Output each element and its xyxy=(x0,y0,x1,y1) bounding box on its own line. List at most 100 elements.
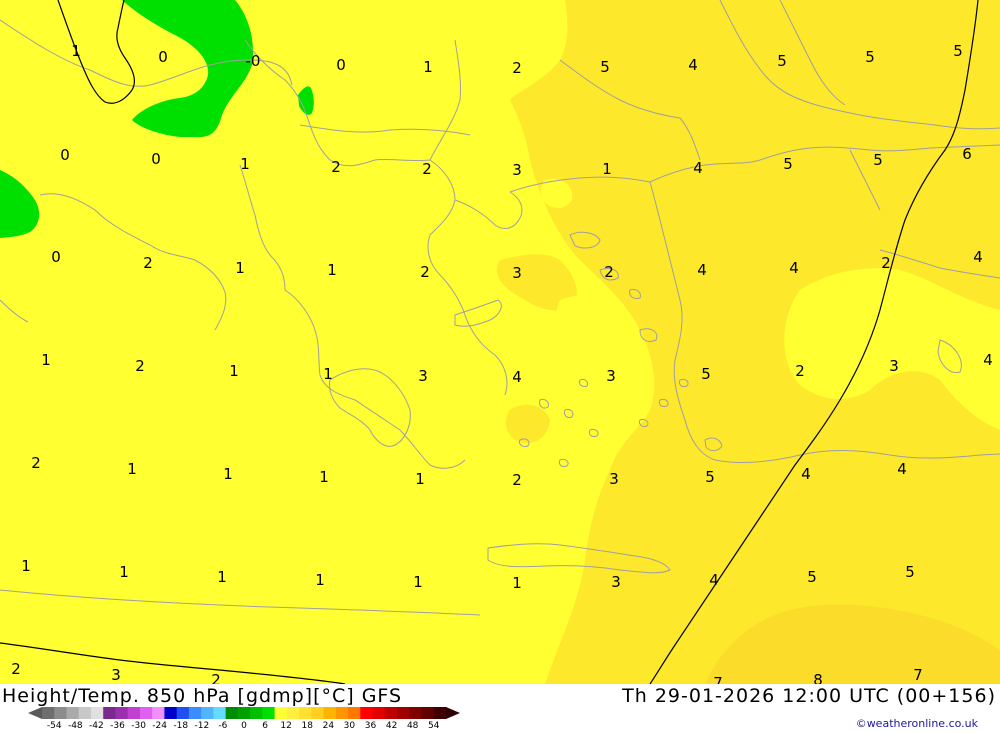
colorbar-swatch xyxy=(323,707,337,719)
colorbar-swatch xyxy=(274,707,288,719)
colorbar-tick-label: -6 xyxy=(218,721,228,731)
value-label: 7 xyxy=(713,674,723,684)
colorbar-swatch xyxy=(103,707,116,719)
colorbar-swatch xyxy=(384,707,398,719)
value-label: 5 xyxy=(865,48,875,66)
map-footer: Height/Temp. 850 hPa [gdmp][°C] GFS Th 2… xyxy=(0,684,1000,733)
colorbar-swatch xyxy=(409,707,423,719)
weather-map: 1 0 -0 0 1 2 5 4 5 5 5 0 0 1 2 2 3 1 4 5 5 6 0 2 1 1 2 3 2 4 4 2 4 1 2 1 1 3 4… xyxy=(0,0,1000,692)
colorbar-tick-label: -54 xyxy=(46,721,62,731)
value-label: 0 xyxy=(158,48,168,66)
value-label: 5 xyxy=(953,42,963,60)
colorbar-tick-label: -42 xyxy=(89,721,104,731)
colorbar-tick-label: 48 xyxy=(406,721,419,731)
value-label: 3 xyxy=(111,666,121,684)
colorbar-swatch xyxy=(164,707,178,719)
value-label: 1 xyxy=(423,58,433,76)
colorbar-swatch xyxy=(250,707,263,719)
value-label: 2 xyxy=(135,357,145,375)
colorbar-swatch xyxy=(421,707,435,719)
value-label: 1 xyxy=(323,365,333,383)
colorbar-swatch xyxy=(201,707,214,719)
value-label: 1 xyxy=(415,470,425,488)
value-label: 5 xyxy=(873,151,883,169)
value-label: 1 xyxy=(602,160,612,178)
value-label: 1 xyxy=(41,351,51,369)
value-label: 2 xyxy=(420,263,430,281)
colorbar-swatch xyxy=(335,707,349,719)
value-label: 4 xyxy=(801,465,811,483)
value-label: 2 xyxy=(331,158,341,176)
value-label: 0 xyxy=(60,146,70,164)
value-label: 4 xyxy=(693,159,703,177)
value-label: 5 xyxy=(705,468,715,486)
colorbar-ticks: -54 -48 -42 -36 -30 -24 -18 -12 -6 0 6 12 18 24 30 36 42… xyxy=(28,721,460,733)
colorbar xyxy=(28,707,460,719)
colorbar-swatch xyxy=(115,707,129,719)
value-label: 5 xyxy=(783,155,793,173)
valid-time: Th 29-01-2026 12:00 UTC (00+156) xyxy=(622,685,996,707)
value-label: 5 xyxy=(777,52,787,70)
colorbar-swatch xyxy=(262,707,276,719)
value-label: 5 xyxy=(701,365,711,383)
value-label: 4 xyxy=(512,368,522,386)
colorbar-swatch xyxy=(127,707,141,719)
value-label: 4 xyxy=(897,460,907,478)
colorbar-swatch xyxy=(299,707,312,719)
value-label: 1 xyxy=(119,563,129,581)
value-label: 1 xyxy=(235,259,245,277)
credit-link[interactable]: ©weatheronline.co.uk xyxy=(856,717,978,730)
colorbar-swatch xyxy=(176,707,190,719)
value-label: 2 xyxy=(795,362,805,380)
value-label: -0 xyxy=(246,52,261,70)
value-label: 4 xyxy=(697,261,707,279)
colorbar-swatch xyxy=(54,707,67,719)
value-label: 8 xyxy=(813,671,823,684)
colorbar-tick-label: -36 xyxy=(110,721,125,731)
colorbar-tick-label: 36 xyxy=(364,721,377,731)
map-canvas: 1 0 -0 0 1 2 5 4 5 5 5 0 0 1 2 2 3 1 4 5 5 6 0 2 1 1 2 3 2 4 4 2 4 1 2 1 1 3 4… xyxy=(0,0,1000,692)
colorbar-swatch xyxy=(237,707,251,719)
colorbar-tick-label: 12 xyxy=(280,721,292,731)
value-label: 1 xyxy=(71,42,81,60)
value-label: 1 xyxy=(217,568,227,586)
value-label: 2 xyxy=(881,254,891,272)
value-label: 4 xyxy=(688,56,698,74)
colorbar-swatch xyxy=(90,707,104,719)
value-label: 5 xyxy=(600,58,610,76)
value-label: 2 xyxy=(512,59,522,77)
colorbar-swatch xyxy=(225,707,239,719)
value-label: 1 xyxy=(512,574,522,592)
colorbar-swatch xyxy=(213,707,227,719)
colorbar-swatch xyxy=(66,707,80,719)
value-label: 7 xyxy=(913,666,923,684)
colorbar-tick-label: 0 xyxy=(241,721,247,731)
value-label: 1 xyxy=(315,571,325,589)
value-label: 1 xyxy=(223,465,233,483)
colorbar-tick-label: -18 xyxy=(173,721,189,731)
chart-title: Height/Temp. 850 hPa [gdmp][°C] GFS xyxy=(2,685,403,707)
colorbar-swatch xyxy=(348,707,361,719)
colorbar-tick-label: -48 xyxy=(67,721,83,731)
colorbar-tick-label: -24 xyxy=(152,721,168,731)
value-label: 2 xyxy=(143,254,153,272)
colorbar-tick-label: 54 xyxy=(428,721,440,731)
value-label: 3 xyxy=(418,367,428,385)
colorbar-tick-label: -30 xyxy=(131,721,146,731)
colorbar-swatch xyxy=(397,707,410,719)
colorbar-arrow-left xyxy=(28,707,42,719)
colorbar-swatch xyxy=(42,707,55,719)
value-label: 1 xyxy=(327,261,337,279)
colorbar-swatch xyxy=(286,707,300,719)
value-label: 3 xyxy=(606,367,616,385)
value-label: 4 xyxy=(709,571,719,589)
value-label: 0 xyxy=(336,56,346,74)
value-label: 2 xyxy=(512,471,522,489)
value-label: 0 xyxy=(51,248,61,266)
value-label: 4 xyxy=(789,259,799,277)
value-label: 1 xyxy=(413,573,423,591)
value-label: 3 xyxy=(889,357,899,375)
value-label: 1 xyxy=(240,155,250,173)
colorbar-swatch xyxy=(78,707,92,719)
colorbar-swatch xyxy=(152,707,165,719)
